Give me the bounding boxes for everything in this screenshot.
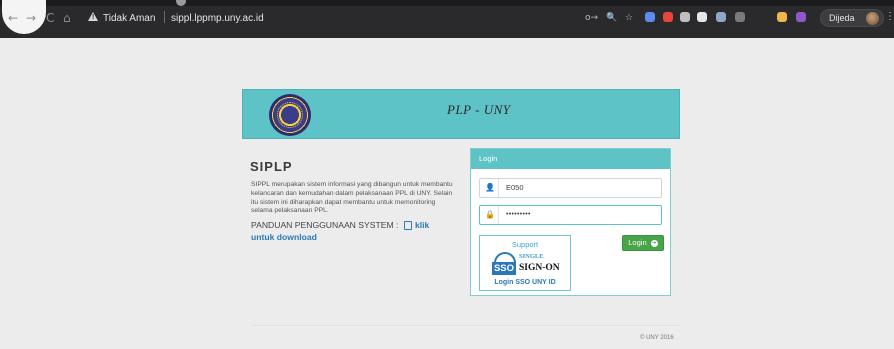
extension-icon[interactable] — [697, 12, 707, 22]
sso-support-label: Support — [511, 240, 539, 249]
footer-copyright: © UNY 2016 — [640, 335, 674, 341]
login-header: Login — [471, 149, 670, 169]
manual-link-text[interactable]: klik — [415, 220, 429, 231]
back-icon[interactable]: ← — [8, 11, 18, 25]
warning-mark: ! — [92, 14, 95, 21]
description: SIPPL merupakan sistem informasi yang di… — [251, 181, 453, 215]
uny-logo-ring — [277, 102, 303, 128]
search-icon[interactable]: 🔍 — [606, 12, 617, 24]
browser-toolbar: ← → C ⌂ ! Tidak Aman sippl.lppmp.uny.ac.… — [0, 0, 894, 38]
extension-icon[interactable] — [716, 12, 726, 22]
extension-icon[interactable] — [796, 12, 806, 22]
forward-icon[interactable]: → — [26, 11, 36, 25]
tab-strip — [0, 0, 894, 6]
sso-badge: SSO — [492, 262, 516, 275]
extension-icon[interactable] — [645, 12, 655, 22]
extension-icon[interactable] — [777, 12, 787, 22]
field-divider — [498, 179, 499, 197]
password-value[interactable]: ••••••••• — [506, 210, 531, 220]
sso-login-box[interactable]: Support SSO SINGLE SIGN-ON Login SSO UNY… — [479, 235, 571, 291]
user-icon: 👤 — [485, 183, 495, 192]
login-panel: Login 👤 E050 🔒 ••••••••• Support SSO SIN… — [470, 148, 671, 296]
page-content: PLP - UNY SIPLP SIPPL merupakan sistem i… — [0, 38, 894, 349]
login-header-title: Login — [479, 154, 498, 163]
footer-divider — [250, 325, 680, 326]
url-text[interactable]: sippl.lppmp.uny.ac.id — [171, 12, 264, 25]
key-icon[interactable]: o→ — [585, 12, 598, 24]
username-field[interactable]: 👤 E050 — [479, 178, 662, 198]
star-icon[interactable]: ☆ — [625, 12, 633, 24]
lock-icon: 🔒 — [485, 210, 495, 219]
sso-signon-label: SIGN-ON — [519, 263, 560, 273]
extension-icon[interactable] — [680, 12, 690, 22]
address-bar[interactable]: ! Tidak Aman sippl.lppmp.uny.ac.id — [88, 10, 652, 28]
login-button-label: Login — [628, 238, 647, 247]
security-label[interactable]: Tidak Aman — [103, 12, 155, 25]
sso-single-label: SINGLE — [519, 253, 544, 260]
field-divider — [498, 206, 499, 224]
username-value[interactable]: E050 — [506, 183, 524, 193]
menu-icon[interactable]: ⋮ — [885, 11, 894, 23]
extension-icon[interactable] — [663, 12, 673, 22]
extension-icon[interactable] — [735, 12, 745, 22]
header-banner: PLP - UNY — [242, 89, 680, 139]
arrow-circle-icon: ➔ — [650, 239, 658, 247]
home-icon[interactable]: ⌂ — [63, 11, 71, 25]
manual-label: PANDUAN PENGGUNAAN SYSTEM : — [251, 220, 399, 230]
profile-button[interactable]: Dijeda — [820, 9, 884, 27]
reload-icon[interactable]: C — [46, 11, 54, 25]
profile-name: Dijeda — [829, 13, 855, 23]
page-title: SIPLP — [250, 159, 293, 174]
login-button[interactable]: Login ➔ — [622, 235, 664, 251]
avatar — [866, 12, 879, 25]
document-icon — [404, 221, 412, 230]
manual-download-link-2[interactable]: untuk download — [251, 232, 317, 243]
url-separator — [164, 11, 165, 23]
sso-login-link[interactable]: Login SSO UNY ID — [480, 278, 570, 287]
password-field[interactable]: 🔒 ••••••••• — [479, 205, 662, 225]
banner-title: PLP - UNY — [447, 102, 511, 117]
